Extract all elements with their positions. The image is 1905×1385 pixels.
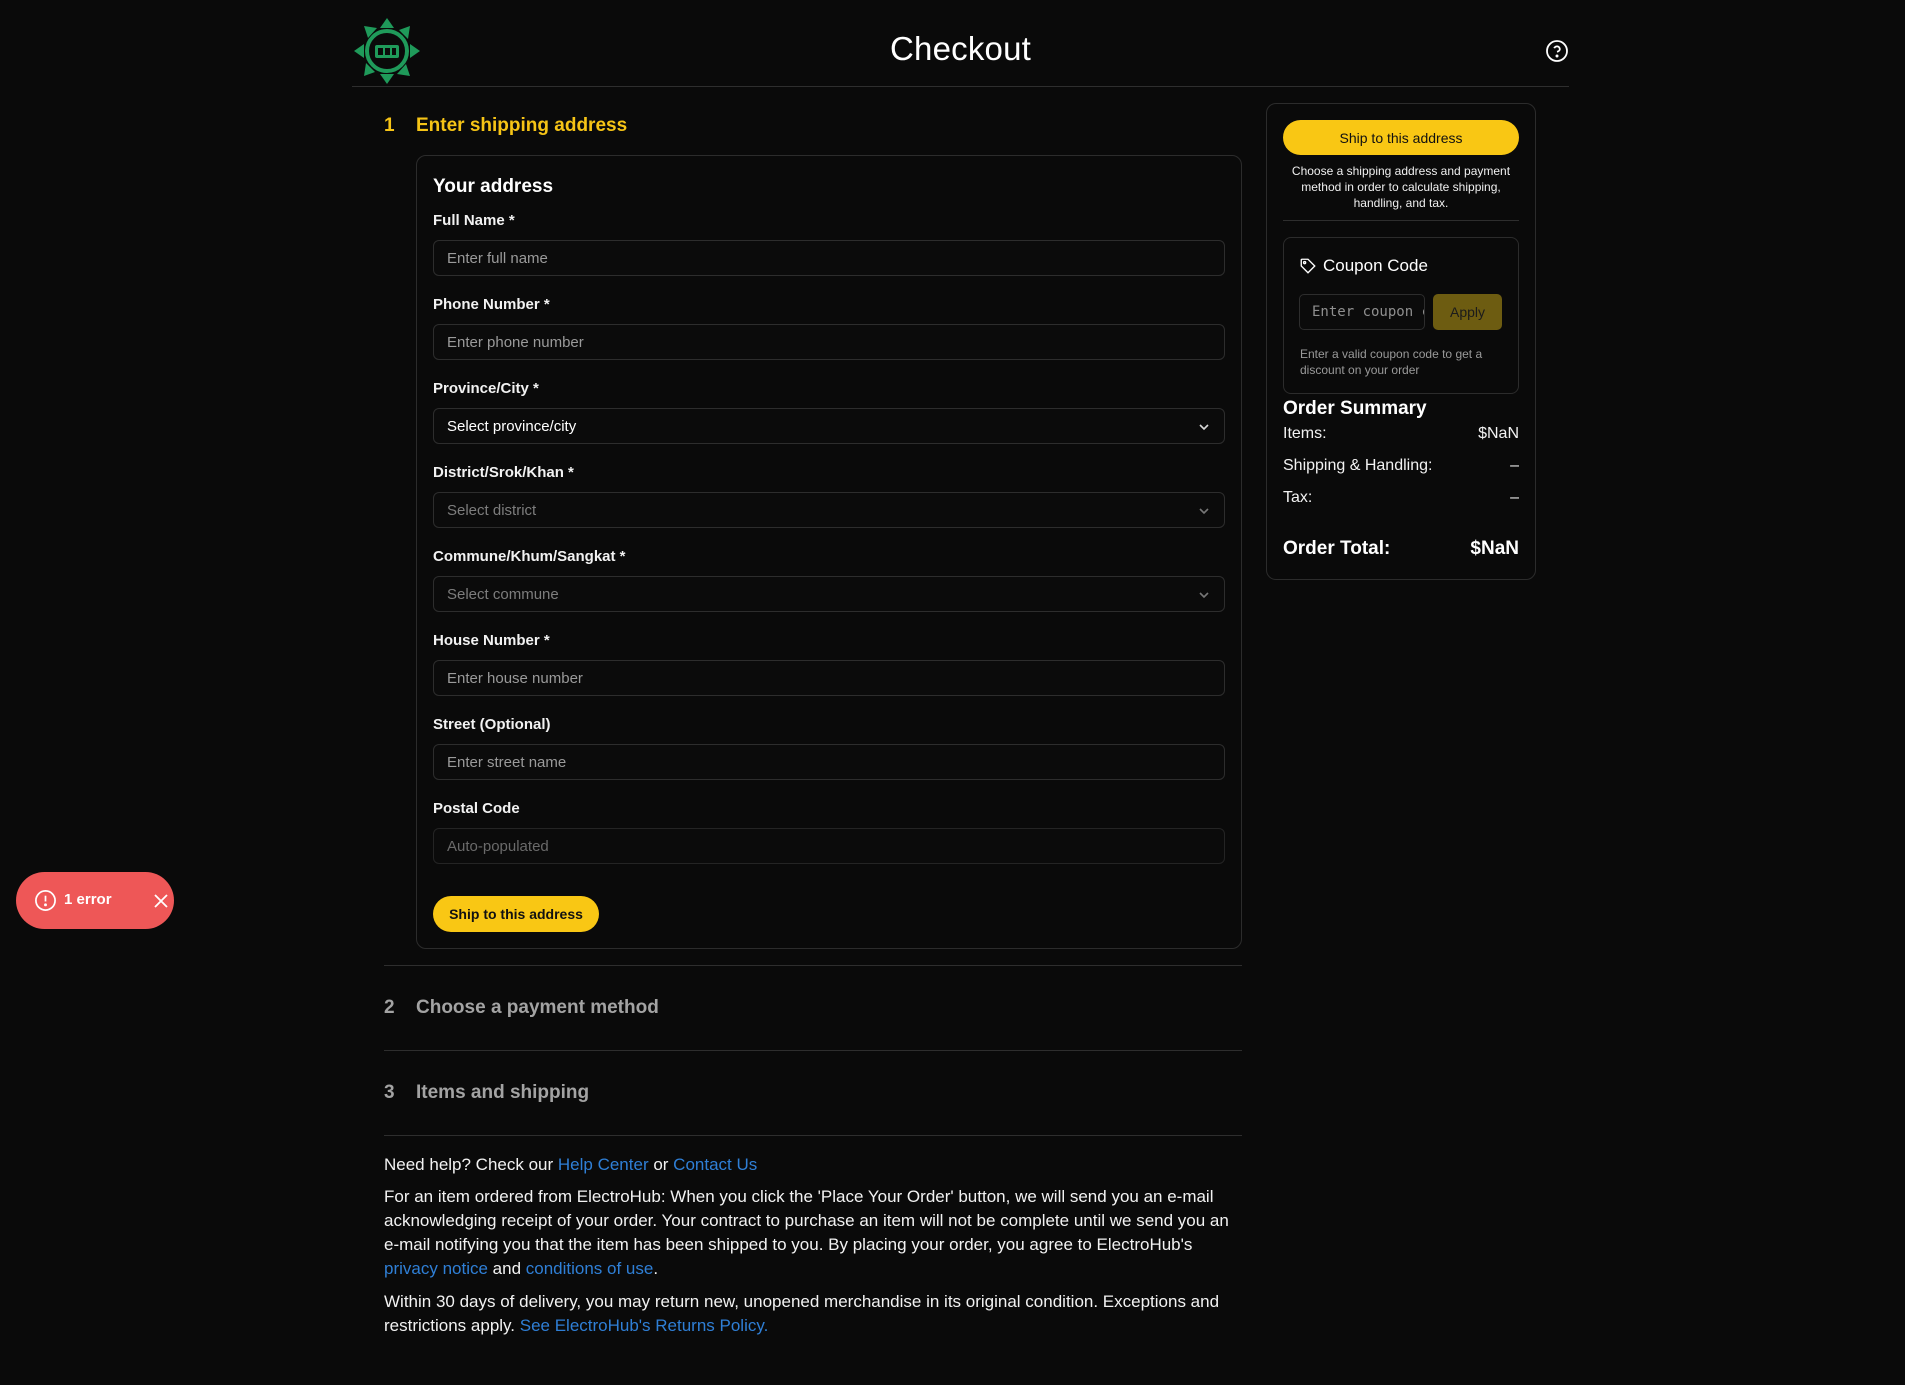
tag-icon bbox=[1299, 257, 1317, 275]
sidebar-ship-to-address-button[interactable]: Ship to this address bbox=[1283, 120, 1519, 155]
order-notice-body: For an item ordered from ElectroHub: Whe… bbox=[384, 1187, 1229, 1254]
step-number: 1 bbox=[384, 115, 395, 136]
error-toast[interactable]: 1 error bbox=[16, 872, 174, 929]
full-name-label: Full Name * bbox=[433, 212, 515, 229]
step-payment-header[interactable]: 2 Choose a payment method bbox=[384, 997, 659, 1019]
tax-value: – bbox=[1510, 489, 1519, 506]
help-or: or bbox=[648, 1155, 674, 1174]
street-input[interactable]: Enter street name bbox=[433, 744, 1225, 780]
commune-select[interactable]: Select commune bbox=[433, 576, 1225, 612]
province-select[interactable]: Select province/city bbox=[433, 408, 1225, 444]
returns-text: Within 30 days of delivery, you may retu… bbox=[384, 1290, 1234, 1338]
commune-label: Commune/Khum/Sangkat * bbox=[433, 548, 626, 565]
close-icon[interactable] bbox=[151, 891, 171, 911]
chevron-down-icon bbox=[1199, 424, 1209, 431]
notice-period: . bbox=[653, 1259, 659, 1278]
province-select-value: Select province/city bbox=[447, 417, 577, 435]
step-shipping-header[interactable]: 1 Enter shipping address bbox=[384, 115, 627, 137]
step-label: Enter shipping address bbox=[416, 115, 628, 136]
section-divider bbox=[384, 1050, 1242, 1051]
district-select[interactable]: Select district bbox=[433, 492, 1225, 528]
summary-shipping-row: Shipping & Handling: – bbox=[1283, 457, 1519, 475]
section-divider bbox=[384, 1135, 1242, 1136]
shipping-label: Shipping & Handling: bbox=[1283, 457, 1433, 474]
total-label: Order Total: bbox=[1283, 538, 1391, 559]
privacy-notice-link[interactable]: privacy notice bbox=[384, 1259, 488, 1278]
items-label: Items: bbox=[1283, 425, 1327, 442]
sidebar-note: Choose a shipping address and payment me… bbox=[1291, 164, 1511, 210]
commune-select-value: Select commune bbox=[447, 585, 559, 603]
chevron-down-icon bbox=[1199, 592, 1209, 599]
items-value: $NaN bbox=[1478, 425, 1519, 442]
step-number: 3 bbox=[384, 1082, 395, 1103]
conditions-of-use-link[interactable]: conditions of use bbox=[526, 1259, 654, 1278]
chevron-down-icon bbox=[1199, 508, 1209, 515]
province-label: Province/City * bbox=[433, 380, 539, 397]
alert-circle-icon bbox=[34, 889, 57, 912]
step-number: 2 bbox=[384, 997, 395, 1018]
step-items-header[interactable]: 3 Items and shipping bbox=[384, 1082, 589, 1104]
postal-code-input[interactable]: Auto-populated bbox=[433, 828, 1225, 864]
phone-number-label: Phone Number * bbox=[433, 296, 550, 313]
notice-and: and bbox=[487, 1259, 526, 1278]
help-center-link[interactable]: Help Center bbox=[558, 1155, 649, 1174]
returns-policy-link[interactable]: See ElectroHub's Returns Policy. bbox=[520, 1316, 769, 1335]
help-circle-icon[interactable] bbox=[1545, 39, 1569, 63]
phone-number-input[interactable]: Enter phone number bbox=[433, 324, 1225, 360]
summary-items-row: Items: $NaN bbox=[1283, 425, 1519, 443]
order-summary-title: Order Summary bbox=[1283, 398, 1427, 419]
contact-us-link[interactable]: Contact Us bbox=[673, 1155, 757, 1174]
step-label: Items and shipping bbox=[416, 1082, 590, 1103]
summary-total-row: Order Total: $NaN bbox=[1283, 538, 1519, 560]
district-label: District/Srok/Khan * bbox=[433, 464, 574, 481]
step-label: Choose a payment method bbox=[416, 997, 659, 1018]
page-title: Checkout bbox=[889, 30, 1031, 67]
summary-tax-row: Tax: – bbox=[1283, 489, 1519, 507]
street-label: Street (Optional) bbox=[433, 716, 551, 733]
apply-coupon-button[interactable]: Apply bbox=[1433, 294, 1502, 330]
district-select-value: Select district bbox=[447, 501, 537, 519]
sidebar-divider bbox=[1283, 220, 1519, 221]
page-header: Checkout bbox=[352, 0, 1569, 87]
coupon-help-text: Enter a valid coupon code to get a disco… bbox=[1300, 347, 1483, 377]
full-name-input[interactable]: Enter full name bbox=[433, 240, 1225, 276]
ship-to-address-button[interactable]: Ship to this address bbox=[433, 896, 599, 932]
section-divider bbox=[384, 965, 1242, 966]
coupon-title: Coupon Code bbox=[1323, 256, 1428, 275]
house-number-input[interactable]: Enter house number bbox=[433, 660, 1225, 696]
house-number-label: House Number * bbox=[433, 632, 550, 649]
help-text: Need help? Check our Help Center or Cont… bbox=[384, 1153, 1234, 1177]
error-count: 1 error bbox=[64, 891, 112, 908]
order-notice-text: For an item ordered from ElectroHub: Whe… bbox=[384, 1185, 1234, 1281]
tax-label: Tax: bbox=[1283, 489, 1313, 506]
help-prefix: Need help? Check our bbox=[384, 1155, 558, 1174]
returns-body: Within 30 days of delivery, you may retu… bbox=[384, 1292, 1220, 1335]
address-card-title: Your address bbox=[433, 176, 554, 197]
shipping-value: – bbox=[1510, 457, 1519, 474]
postal-code-label: Postal Code bbox=[433, 800, 520, 817]
coupon-input[interactable]: Enter coupon code bbox=[1299, 294, 1425, 330]
total-value: $NaN bbox=[1470, 538, 1519, 559]
